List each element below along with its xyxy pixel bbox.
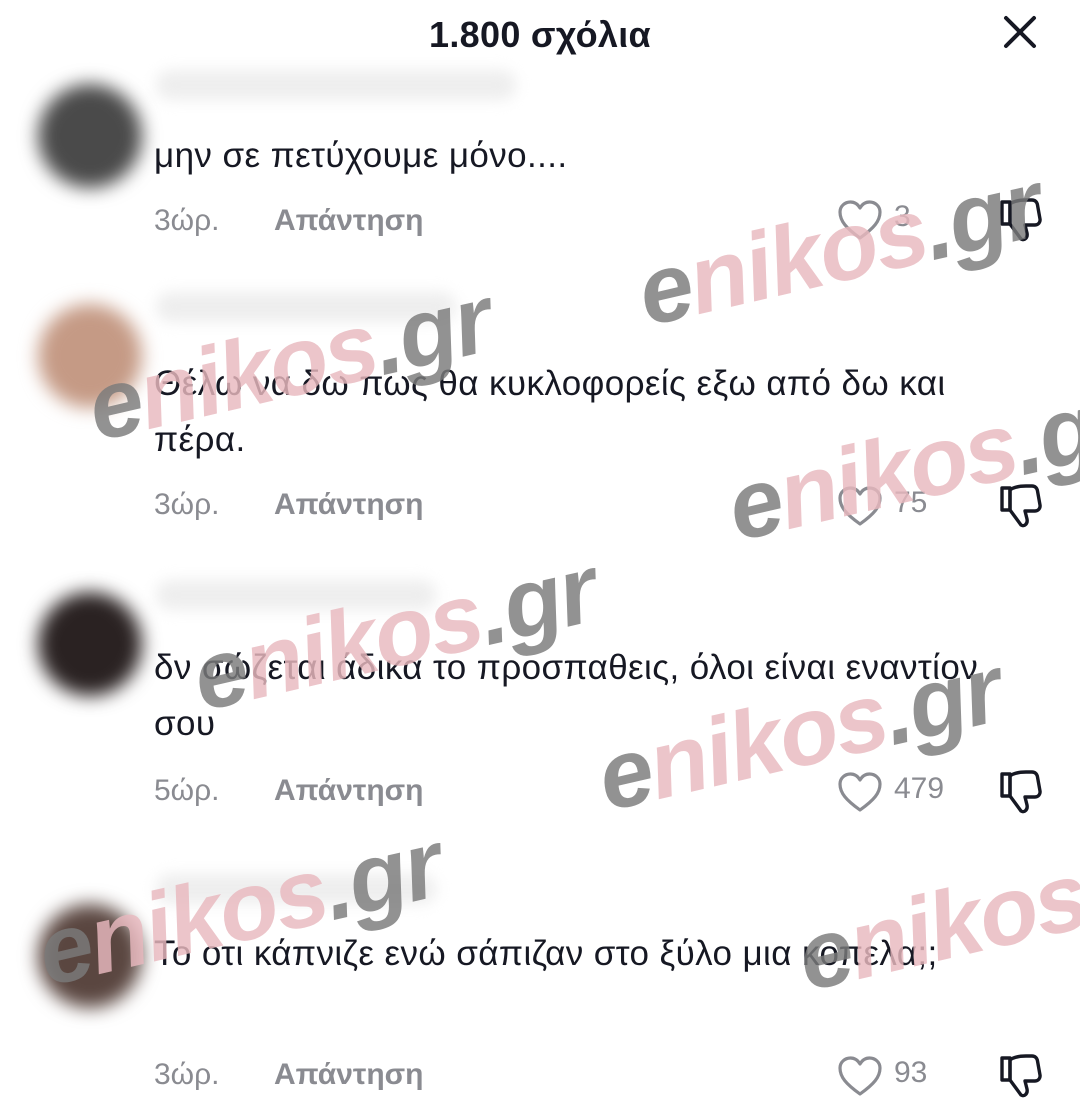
reply-button[interactable]: Απάντηση bbox=[274, 1058, 424, 1092]
thumbs-down-icon bbox=[1000, 1054, 1042, 1098]
comment-text: Το οτι κάπνιζε ενώ σάπιζαν στο ξύλο μια … bbox=[154, 934, 938, 973]
comment-item: Το οτι κάπνιζε ενώ σάπιζαν στο ξύλο μια … bbox=[0, 0, 1080, 1117]
avatar[interactable] bbox=[38, 904, 142, 1008]
like-count: 93 bbox=[894, 1056, 928, 1089]
username-blurred[interactable] bbox=[156, 874, 436, 904]
heart-outline-icon bbox=[836, 1054, 884, 1098]
dislike-button[interactable] bbox=[994, 1050, 1046, 1102]
like-button[interactable]: 93 bbox=[836, 1054, 956, 1098]
comments-sheet: 1.800 σχόλια μην σε πετύχουμε μόνο.... 3… bbox=[0, 0, 1080, 1117]
comment-time: 3ώρ. bbox=[154, 1058, 220, 1091]
